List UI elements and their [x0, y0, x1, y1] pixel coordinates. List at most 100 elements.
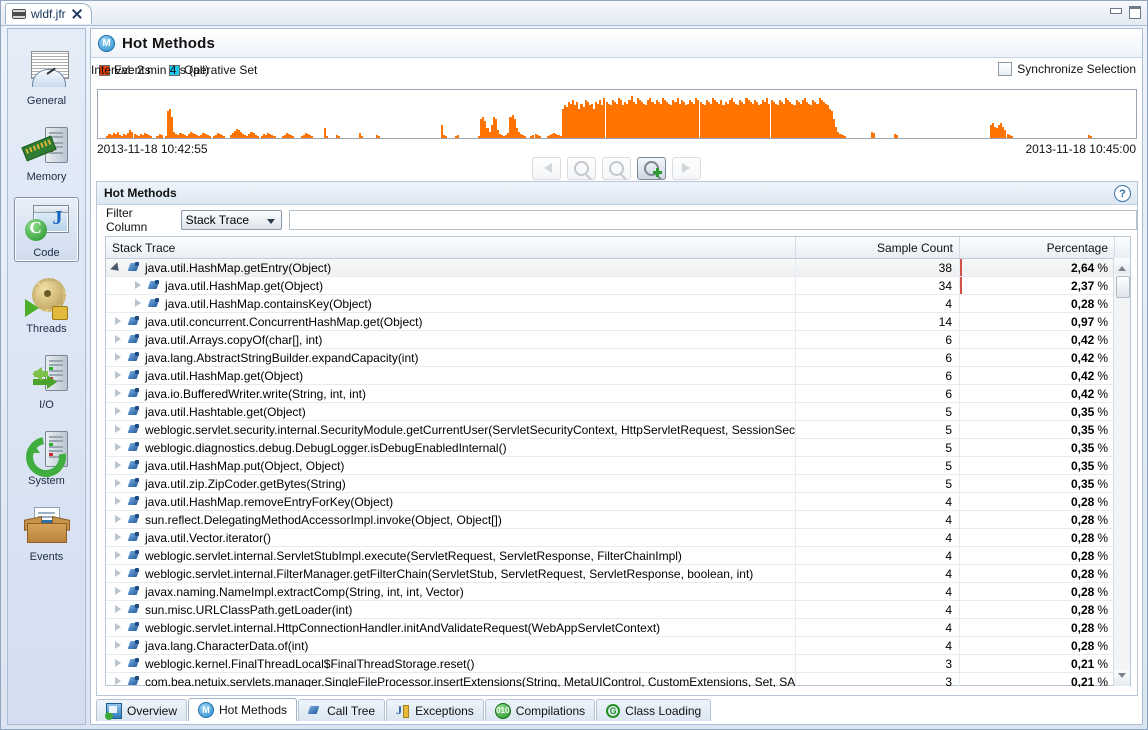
- zoom-selection-button[interactable]: [602, 157, 631, 180]
- stack-trace-text: weblogic.servlet.internal.FilterManager.…: [145, 567, 753, 581]
- tab-class-loading[interactable]: G Class Loading: [596, 699, 711, 721]
- expand-icon[interactable]: [132, 298, 143, 309]
- help-icon[interactable]: ?: [1114, 185, 1131, 202]
- table-row[interactable]: java.lang.AbstractStringBuilder.expandCa…: [106, 349, 1115, 367]
- expand-icon[interactable]: [112, 676, 123, 687]
- tab-hot-methods[interactable]: M Hot Methods: [188, 698, 297, 721]
- expand-icon[interactable]: [112, 586, 123, 597]
- table-row[interactable]: java.util.HashMap.getEntry(Object)382,64…: [106, 259, 1115, 277]
- editor-tab-wldf-jfr[interactable]: wldf.jfr: [5, 3, 92, 24]
- expand-icon[interactable]: [112, 370, 123, 381]
- scrollbar-thumb[interactable]: [1116, 276, 1130, 298]
- table-row[interactable]: com.bea.netuix.servlets.manager.SingleFi…: [106, 673, 1115, 687]
- cell-stack-trace: java.util.HashMap.containsKey(Object): [106, 295, 796, 312]
- expand-icon[interactable]: [112, 658, 123, 669]
- tab-exceptions[interactable]: Exceptions: [386, 699, 484, 721]
- expand-icon[interactable]: [112, 424, 123, 435]
- collapse-icon[interactable]: [112, 262, 123, 273]
- expand-icon[interactable]: [112, 406, 123, 417]
- column-header-stack-trace[interactable]: Stack Trace: [106, 237, 796, 258]
- table-row[interactable]: sun.reflect.DelegatingMethodAccessorImpl…: [106, 511, 1115, 529]
- zoom-out-button[interactable]: [567, 157, 596, 180]
- expand-icon[interactable]: [112, 460, 123, 471]
- tab-overview[interactable]: Overview: [96, 699, 187, 721]
- table-row[interactable]: java.util.Arrays.copyOf(char[], int)60,4…: [106, 331, 1115, 349]
- sidebar-item-threads[interactable]: Threads: [14, 273, 79, 338]
- table-row[interactable]: javax.naming.NameImpl.extractComp(String…: [106, 583, 1115, 601]
- class-loading-icon: G: [606, 704, 620, 718]
- column-header-percentage[interactable]: Percentage: [960, 237, 1115, 258]
- maximize-icon[interactable]: [1128, 5, 1141, 17]
- expand-icon[interactable]: [112, 334, 123, 345]
- sidebar-item-general[interactable]: General: [14, 45, 79, 110]
- table-row[interactable]: java.util.Hashtable.get(Object)50,35%: [106, 403, 1115, 421]
- tab-label: Exceptions: [415, 704, 474, 718]
- method-icon: [128, 388, 140, 399]
- expand-icon[interactable]: [112, 496, 123, 507]
- cell-sample-count: 5: [796, 421, 960, 438]
- hot-methods-icon: M: [98, 35, 115, 52]
- column-header-sample-count[interactable]: Sample Count: [796, 237, 960, 258]
- sidebar-item-io[interactable]: I/O: [14, 349, 79, 414]
- method-icon: [128, 316, 140, 327]
- stack-trace-text: java.util.Arrays.copyOf(char[], int): [145, 333, 322, 347]
- table-row[interactable]: weblogic.kernel.FinalThreadLocal$FinalTh…: [106, 655, 1115, 673]
- expand-icon[interactable]: [112, 316, 123, 327]
- filter-column-select[interactable]: Stack Trace: [181, 210, 282, 230]
- scroll-down-icon[interactable]: [1114, 670, 1130, 686]
- table-row[interactable]: java.io.BufferedWriter.write(String, int…: [106, 385, 1115, 403]
- synchronize-selection-checkbox[interactable]: Synchronize Selection: [998, 62, 1136, 76]
- table-row[interactable]: java.util.HashMap.put(Object, Object)50,…: [106, 457, 1115, 475]
- expand-icon[interactable]: [112, 568, 123, 579]
- table-row[interactable]: weblogic.diagnostics.debug.DebugLogger.i…: [106, 439, 1115, 457]
- close-icon[interactable]: [71, 8, 83, 20]
- sidebar-item-memory[interactable]: Memory: [14, 121, 79, 186]
- table-row[interactable]: java.util.zip.ZipCoder.getBytes(String)5…: [106, 475, 1115, 493]
- synchronize-selection-label: Synchronize Selection: [1017, 62, 1136, 76]
- expand-icon[interactable]: [112, 514, 123, 525]
- expand-icon[interactable]: [112, 550, 123, 561]
- table-row[interactable]: java.util.Vector.iterator()40,28%: [106, 529, 1115, 547]
- table-row[interactable]: weblogic.servlet.internal.ServletStubImp…: [106, 547, 1115, 565]
- back-button[interactable]: [532, 157, 561, 180]
- table-row[interactable]: java.util.HashMap.get(Object)342,37%: [106, 277, 1115, 295]
- expand-icon[interactable]: [112, 622, 123, 633]
- expand-icon[interactable]: [112, 478, 123, 489]
- table-row[interactable]: weblogic.servlet.internal.FilterManager.…: [106, 565, 1115, 583]
- cell-sample-count: 4: [796, 295, 960, 312]
- table-row[interactable]: weblogic.servlet.internal.HttpConnection…: [106, 619, 1115, 637]
- minimize-icon[interactable]: [1109, 5, 1122, 17]
- main-panel: M Hot Methods Events Operative Set Inter…: [90, 28, 1143, 725]
- expand-icon[interactable]: [132, 280, 143, 291]
- sidebar-item-code[interactable]: J Code: [14, 197, 79, 262]
- expand-icon[interactable]: [112, 532, 123, 543]
- expand-icon[interactable]: [112, 640, 123, 651]
- expand-icon[interactable]: [112, 442, 123, 453]
- tab-compilations[interactable]: 010 Compilations: [485, 699, 595, 721]
- cell-sample-count: 14: [796, 313, 960, 330]
- scroll-up-icon[interactable]: [1114, 258, 1130, 274]
- filter-text-input[interactable]: [289, 210, 1137, 230]
- expand-icon[interactable]: [112, 388, 123, 399]
- events-timeline-chart[interactable]: [97, 89, 1137, 139]
- sidebar-item-system[interactable]: System: [14, 425, 79, 490]
- expand-icon[interactable]: [112, 604, 123, 615]
- table-row[interactable]: weblogic.servlet.security.internal.Secur…: [106, 421, 1115, 439]
- table-row[interactable]: java.lang.CharacterData.of(int)40,28%: [106, 637, 1115, 655]
- tab-call-tree[interactable]: Call Tree: [298, 699, 385, 721]
- table-row[interactable]: java.util.concurrent.ConcurrentHashMap.g…: [106, 313, 1115, 331]
- table-row[interactable]: java.util.HashMap.removeEntryForKey(Obje…: [106, 493, 1115, 511]
- checkbox-box[interactable]: [998, 62, 1012, 76]
- zoom-in-button[interactable]: [637, 157, 666, 180]
- table-row[interactable]: sun.misc.URLClassPath.getLoader(int)40,2…: [106, 601, 1115, 619]
- expand-icon[interactable]: [112, 352, 123, 363]
- stack-trace-text: weblogic.kernel.FinalThreadLocal$FinalTh…: [145, 657, 475, 671]
- table-row[interactable]: java.util.HashMap.containsKey(Object)40,…: [106, 295, 1115, 313]
- table-row[interactable]: java.util.HashMap.get(Object)60,42%: [106, 367, 1115, 385]
- section-title: Hot Methods: [104, 186, 177, 200]
- io-icon: [23, 353, 71, 397]
- sidebar-item-events[interactable]: Events: [14, 501, 79, 566]
- vertical-scrollbar[interactable]: [1113, 258, 1130, 686]
- compilations-icon: 010: [495, 703, 511, 719]
- forward-button[interactable]: [672, 157, 701, 180]
